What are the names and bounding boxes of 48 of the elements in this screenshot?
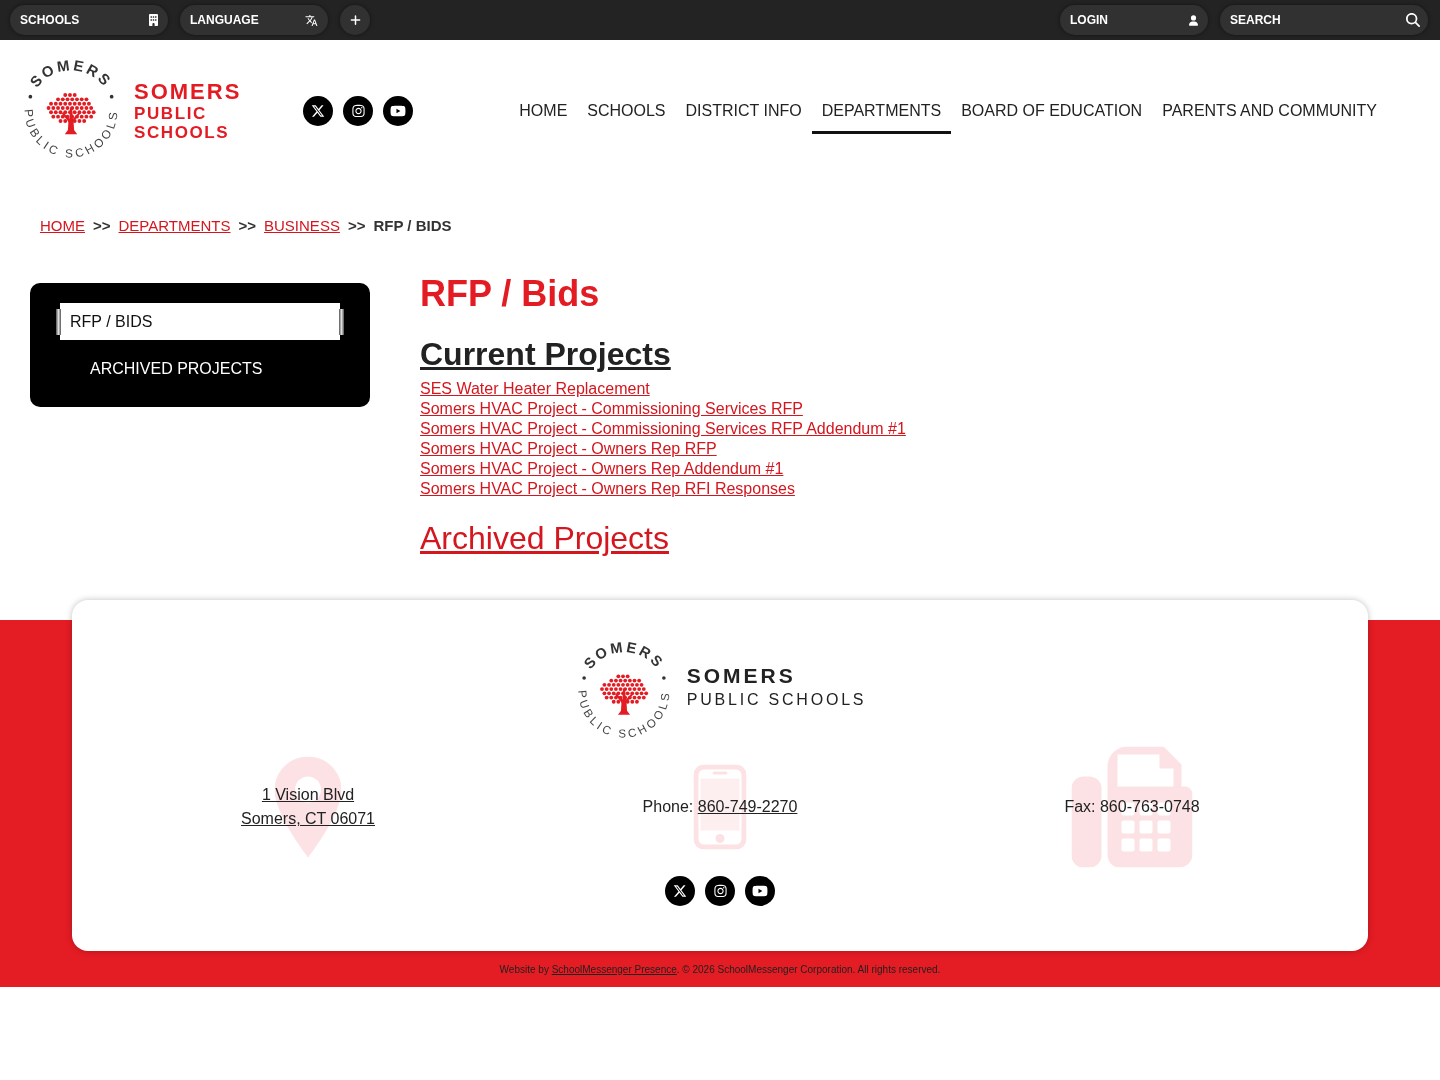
- section-heading: Current Projects: [420, 335, 671, 374]
- page-title: RFP / Bids: [420, 274, 600, 314]
- nav-link[interactable]: BOARD OF EDUCATION: [951, 91, 1153, 134]
- translate-icon: [305, 13, 318, 27]
- project-link[interactable]: Somers HVAC Project - Owners Rep RFI Responses: [420, 479, 795, 499]
- footer-school-name: SOMERS: [686, 662, 797, 689]
- schools-button[interactable]: SCHOOLS: [10, 5, 168, 35]
- nav-link[interactable]: SCHOOLS: [577, 91, 676, 134]
- phone-link[interactable]: 860-749-2270: [697, 798, 798, 815]
- project-link[interactable]: Somers HVAC Project - Commissioning Services RFP Addendum #1: [420, 419, 906, 439]
- project-link[interactable]: Somers HVAC Project - Owners Rep RFP: [420, 439, 717, 459]
- building-icon: [149, 14, 158, 26]
- nav-link[interactable]: DISTRICT INFO: [675, 91, 812, 134]
- breadcrumb-separator: >>: [347, 216, 366, 236]
- language-button[interactable]: LANGUAGE: [180, 5, 328, 35]
- sidebar-item[interactable]: ARCHIVED PROJECTS: [56, 350, 344, 387]
- footer-credit: Website by SchoolMessenger Presence. © 2026 SchoolMessenger Corporation. All rights reserved.: [498, 963, 942, 977]
- archived-projects-link[interactable]: Archived Projects: [420, 518, 669, 558]
- plus-icon[interactable]: [340, 5, 370, 35]
- camera-icon[interactable]: [705, 876, 735, 906]
- x-icon[interactable]: [303, 96, 333, 126]
- search-icon[interactable]: [1406, 13, 1420, 27]
- nav-link[interactable]: DEPARTMENTS: [811, 91, 952, 134]
- footer-school-subtitle: PUBLIC SCHOOLS: [686, 689, 867, 710]
- search-field[interactable]: SEARCH: [1220, 5, 1428, 35]
- play-icon[interactable]: [383, 96, 413, 126]
- address-link[interactable]: Somers, CT 06071: [241, 807, 375, 831]
- sidebar-item[interactable]: RFP / BIDS: [56, 303, 344, 340]
- breadcrumb-link[interactable]: DEPARTMENTS: [118, 216, 231, 236]
- breadcrumb-link[interactable]: HOME: [40, 216, 85, 236]
- play-icon[interactable]: [745, 876, 775, 906]
- school-name: SOMERS PUBLIC SCHOOLS: [134, 80, 242, 142]
- fax-text: Fax: 860-763-0748: [1064, 797, 1200, 817]
- camera-icon[interactable]: [343, 96, 373, 126]
- phone-text: Phone: 860-749-2270: [642, 797, 798, 817]
- breadcrumb-separator: >>: [93, 216, 111, 236]
- nav-link[interactable]: PARENTS AND COMMUNITY: [1152, 91, 1387, 134]
- x-icon[interactable]: [665, 876, 695, 906]
- login-button[interactable]: LOGIN: [1060, 5, 1208, 35]
- address-link[interactable]: 1 Vision Blvd: [261, 783, 355, 807]
- project-link[interactable]: Somers HVAC Project - Owners Rep Addendum #1: [420, 459, 784, 479]
- user-icon: [1189, 14, 1198, 26]
- breadcrumb-separator: >>: [238, 216, 257, 236]
- breadcrumb-link[interactable]: BUSINESS: [264, 216, 340, 236]
- project-link[interactable]: SES Water Heater Replacement: [420, 379, 650, 399]
- project-link[interactable]: Somers HVAC Project - Commissioning Services RFP: [420, 399, 803, 419]
- nav-link[interactable]: HOME: [509, 91, 578, 134]
- breadcrumb-current: RFP / BIDS: [373, 216, 452, 236]
